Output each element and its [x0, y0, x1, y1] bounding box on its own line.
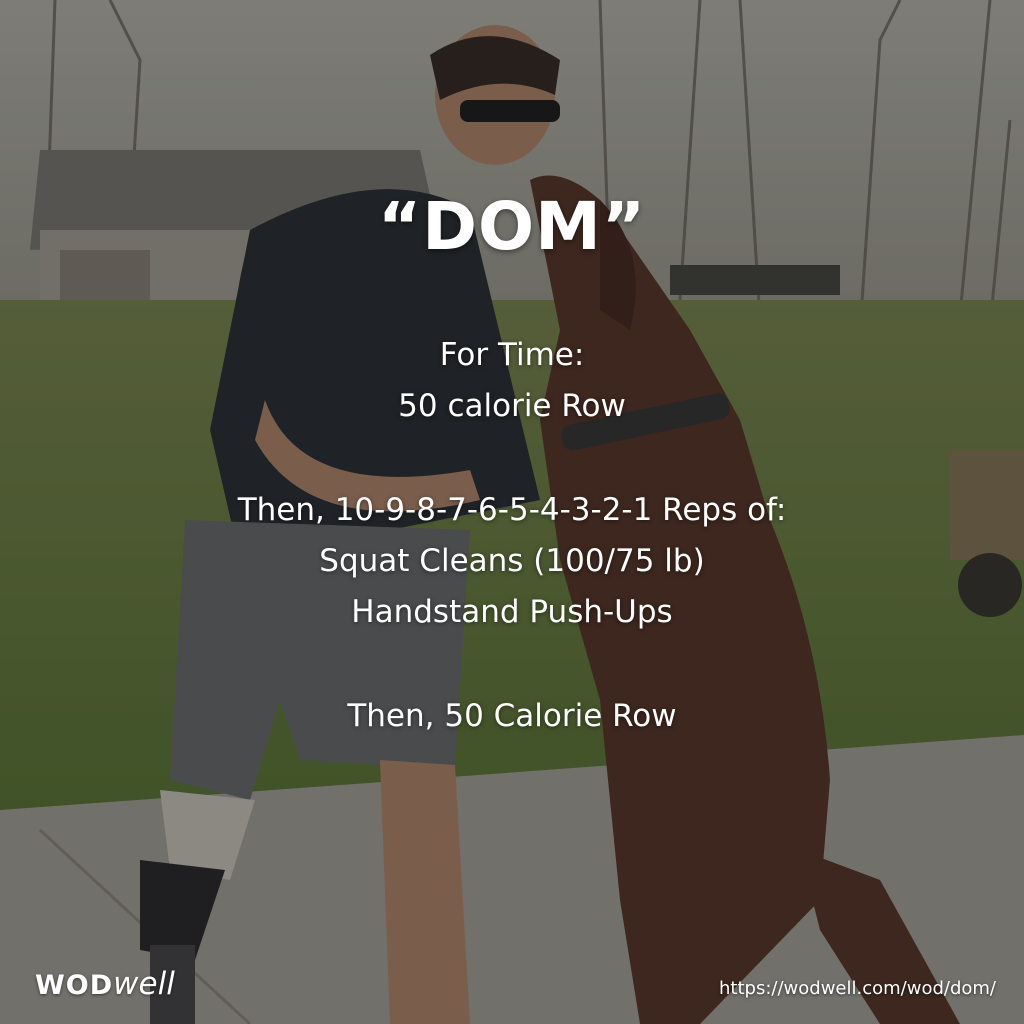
workout-line: For Time:	[439, 337, 585, 373]
wodwell-logo: WODwell	[35, 966, 175, 1002]
workout-line: Then, 50 Calorie Row	[347, 698, 677, 734]
workout-line: 50 calorie Row	[398, 388, 626, 424]
source-url: https://wodwell.com/wod/dom/	[719, 978, 996, 999]
workout-title: “DOM”	[377, 188, 647, 265]
logo-italic-text: well	[113, 966, 175, 1002]
logo-bold-text: WOD	[35, 970, 114, 1001]
workout-description: For Time: 50 calorie Row Then, 10-9-8-7-…	[0, 330, 1024, 742]
workout-line: Handstand Push-Ups	[351, 594, 673, 630]
workout-line: Then, 10-9-8-7-6-5-4-3-2-1 Reps of:	[237, 492, 787, 528]
workout-line: Squat Cleans (100/75 lb)	[319, 543, 705, 579]
